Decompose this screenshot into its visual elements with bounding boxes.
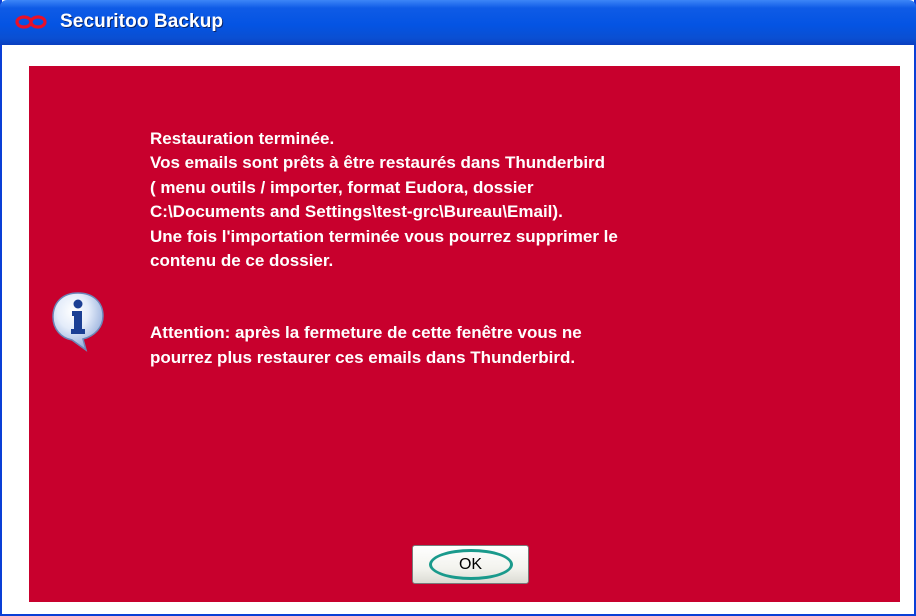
message-line: Restauration terminée.: [150, 129, 335, 148]
message-text: Restauration terminée. Vos emails sont p…: [150, 127, 890, 370]
title-bar[interactable]: Securitoo Backup: [0, 0, 916, 45]
message-line: Une fois l'importation terminée vous pou…: [150, 226, 618, 246]
ok-button[interactable]: OK: [412, 545, 529, 584]
ok-button-label: OK: [458, 555, 483, 573]
warning-line: pourrez plus restaurer ces emails dans T…: [150, 347, 576, 367]
window-title: Securitoo Backup: [60, 11, 224, 32]
dialog-window: Securitoo Backup Restauration terminée. …: [0, 0, 916, 616]
message-line: ( menu outils / importer, format Eudora,…: [150, 177, 534, 197]
message-line: contenu de ce dossier.: [150, 251, 334, 271]
message-spacer: [150, 273, 890, 321]
warning-line: Attention: après la fermeture de cette f…: [150, 323, 582, 343]
message-line: Vos emails sont prêts à être restaurés d…: [150, 153, 606, 173]
message-line: C:\Documents and Settings\test-grc\Burea…: [150, 202, 563, 222]
info-icon: [52, 292, 104, 352]
securitoo-logo-icon: [15, 15, 47, 29]
